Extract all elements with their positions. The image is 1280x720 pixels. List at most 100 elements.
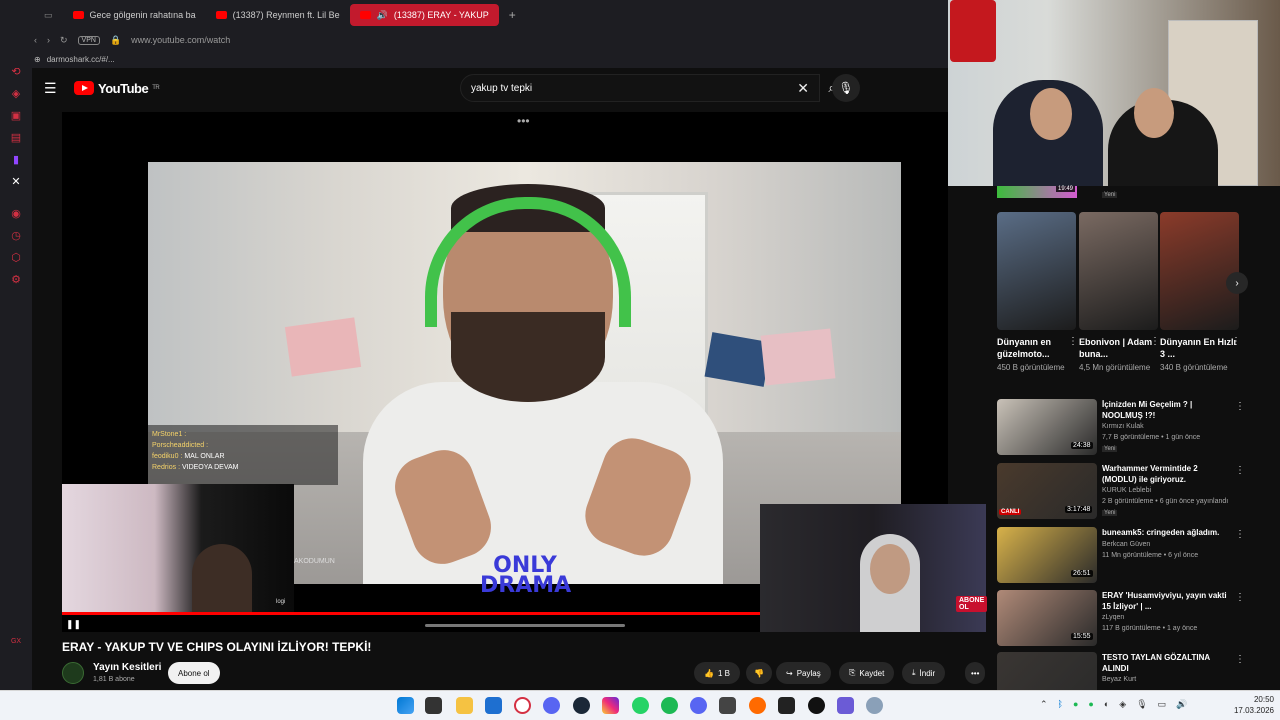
- volume-icon[interactable]: 🔊: [1176, 699, 1187, 710]
- app-icon[interactable]: [837, 697, 854, 714]
- youtube-play-icon: [74, 81, 94, 95]
- reload-icon[interactable]: ↻: [60, 35, 68, 46]
- bluetooth-icon[interactable]: ᛒ: [1058, 699, 1063, 710]
- tab-3-active[interactable]: 🔊 (13387) ERAY - YAKUP: [349, 4, 499, 26]
- share-button[interactable]: ↪ Paylaş: [776, 662, 831, 684]
- subscribe-button[interactable]: Abone ol: [168, 662, 220, 684]
- mic-icon[interactable]: 🎙: [832, 74, 860, 102]
- forward-icon[interactable]: ›: [47, 35, 50, 45]
- tab-2[interactable]: (13387) Reynmen ft. Lil Be: [206, 4, 350, 26]
- tray-app-icon[interactable]: ◈: [1119, 699, 1126, 710]
- search-input[interactable]: yakup tv tepki ✕: [460, 74, 820, 102]
- extensions-icon[interactable]: ⬡: [0, 246, 32, 268]
- more-actions-button[interactable]: •••: [965, 662, 986, 684]
- more-vert-icon[interactable]: ⋮: [1231, 336, 1241, 347]
- store-icon[interactable]: [485, 697, 502, 714]
- spotify-icon[interactable]: [661, 697, 678, 714]
- more-vert-icon[interactable]: ⋮: [1235, 465, 1245, 476]
- windows-start-icon[interactable]: [397, 697, 414, 714]
- file-explorer-icon[interactable]: [456, 697, 473, 714]
- video-card-title[interactable]: buneamk5: cringeden ağladım.: [1102, 527, 1232, 538]
- short-thumbnail[interactable]: [1079, 212, 1158, 330]
- download-button[interactable]: ⤓ İndir: [902, 662, 946, 684]
- twitch-icon[interactable]: ▮: [0, 148, 32, 170]
- video-card-channel[interactable]: Berkcan Güven: [1102, 541, 1150, 548]
- channel-avatar[interactable]: [62, 662, 84, 684]
- clock-icon[interactable]: ◷: [0, 224, 32, 246]
- menu-icon[interactable]: ☰: [44, 80, 62, 97]
- short-title[interactable]: Ebonivon | Adam buna...: [1079, 336, 1158, 360]
- video-card-channel[interactable]: Kırmızı Kulak: [1102, 423, 1144, 430]
- like-button[interactable]: 👍 1 B: [694, 662, 740, 684]
- more-vert-icon[interactable]: ⋮: [1150, 336, 1160, 347]
- messenger-icon[interactable]: ▣: [0, 104, 32, 126]
- short-card[interactable]: Dünyanın En Hızlı 3 ... 340 B görüntülem…: [1160, 212, 1241, 373]
- ai-icon[interactable]: ◈: [0, 82, 32, 104]
- chevron-up-icon[interactable]: ⌃: [1040, 699, 1048, 710]
- gx-icon[interactable]: GX: [0, 630, 32, 652]
- url-field[interactable]: www.youtube.com/watch: [131, 35, 230, 45]
- clear-icon[interactable]: ✕: [797, 80, 809, 97]
- dislike-button[interactable]: 👎: [746, 662, 772, 684]
- more-vert-icon[interactable]: ⋮: [1235, 529, 1245, 540]
- short-thumbnail[interactable]: [997, 212, 1076, 330]
- video-card[interactable]: 24:38 İçinizden Mi Geçelim ? | NOOLMUŞ !…: [997, 399, 1280, 457]
- video-card-title[interactable]: İçinizden Mi Geçelim ? | NOOLMUŞ !?!: [1102, 399, 1232, 421]
- short-title[interactable]: Dünyanın En Hızlı 3 ...: [1160, 336, 1239, 360]
- player-icon[interactable]: ◉: [0, 202, 32, 224]
- chevron-right-icon[interactable]: ›: [1226, 272, 1248, 294]
- short-card[interactable]: Dünyanın en güzelmoto... 450 B görüntüle…: [997, 212, 1078, 373]
- app-icon[interactable]: [808, 697, 825, 714]
- new-tab-button[interactable]: +: [499, 4, 526, 26]
- more-vert-icon[interactable]: ⋮: [1235, 401, 1245, 412]
- recommendation-thumbnail[interactable]: 19:49: [997, 186, 1077, 198]
- progress-bar[interactable]: [62, 612, 760, 615]
- short-card[interactable]: Ebonivon | Adam buna... 4,5 Mn görüntüle…: [1079, 212, 1160, 373]
- video-card-channel[interactable]: KURUK Leblebi: [1102, 487, 1151, 494]
- save-button[interactable]: ⎘ Kaydet: [839, 662, 895, 684]
- opera-gx-icon[interactable]: [514, 697, 531, 714]
- network-icon[interactable]: ▭: [1158, 699, 1167, 710]
- instagram-icon[interactable]: [602, 697, 619, 714]
- video-card[interactable]: 15:55 ERAY 'Husamviyviyu, yayın vakti 15…: [997, 590, 1280, 648]
- discord-alt-icon[interactable]: [690, 697, 707, 714]
- vpn-badge[interactable]: VPN: [77, 35, 100, 45]
- more-vert-icon[interactable]: ⋮: [1235, 592, 1245, 603]
- tray-app-icon[interactable]: ●: [1073, 699, 1078, 710]
- video-card[interactable]: 26:51 buneamk5: cringeden ağladım. Berkc…: [997, 527, 1280, 585]
- tray-app-icon[interactable]: ◐: [1104, 699, 1109, 710]
- task-view-icon[interactable]: [425, 697, 442, 714]
- discord-icon[interactable]: [543, 697, 560, 714]
- video-card[interactable]: CANLI 3:17:48 Warhammer Vermintide 2 (MO…: [997, 463, 1280, 521]
- settings-gear-icon[interactable]: [866, 697, 883, 714]
- video-card-channel[interactable]: zLyqen: [1102, 614, 1124, 621]
- app-icon[interactable]: [719, 697, 736, 714]
- youtube-logo[interactable]: YouTube TR: [74, 81, 160, 96]
- channel-name[interactable]: Yayın Kesitleri: [93, 662, 161, 673]
- settings-icon[interactable]: ⚙: [0, 268, 32, 290]
- x-icon[interactable]: ✕: [0, 170, 32, 192]
- more-vert-icon[interactable]: ⋮: [1068, 336, 1078, 347]
- video-card-title[interactable]: TESTO TAYLAN GÖZALTINA ALINDI: [1102, 652, 1232, 674]
- pause-icon[interactable]: ❚❚: [66, 619, 81, 630]
- video-card-title[interactable]: Warhammer Vermintide 2 (MODLU) ile giriy…: [1102, 463, 1232, 485]
- whatsapp-icon[interactable]: [632, 697, 649, 714]
- horizontal-scrollbar[interactable]: [425, 624, 625, 627]
- more-vert-icon[interactable]: ⋮: [1235, 654, 1245, 665]
- back-icon[interactable]: ‹: [34, 35, 37, 45]
- steam-icon[interactable]: [573, 697, 590, 714]
- player-more-icon[interactable]: •••: [517, 114, 530, 128]
- short-title[interactable]: Dünyanın en güzelmoto...: [997, 336, 1076, 360]
- workspace-icon[interactable]: ▭: [34, 4, 63, 26]
- video-card-title[interactable]: ERAY 'Husamviyviyu, yayın vakti 15 İzliy…: [1102, 590, 1232, 612]
- app-icon[interactable]: [778, 697, 795, 714]
- app-icon[interactable]: [749, 697, 766, 714]
- short-thumbnail[interactable]: [1160, 212, 1239, 330]
- spotify-tray-icon[interactable]: ●: [1088, 699, 1093, 710]
- mic-tray-icon[interactable]: 🎙: [1136, 699, 1147, 710]
- video-card-channel[interactable]: Beyaz Kurt: [1102, 676, 1136, 683]
- tab-1[interactable]: Gece gölgenin rahatına ba: [63, 4, 206, 26]
- mail-icon[interactable]: ▤: [0, 126, 32, 148]
- bookmark-item[interactable]: darmoshark.cc/#/...: [47, 55, 115, 64]
- clock[interactable]: 20:50 17.03.2026: [1228, 694, 1274, 716]
